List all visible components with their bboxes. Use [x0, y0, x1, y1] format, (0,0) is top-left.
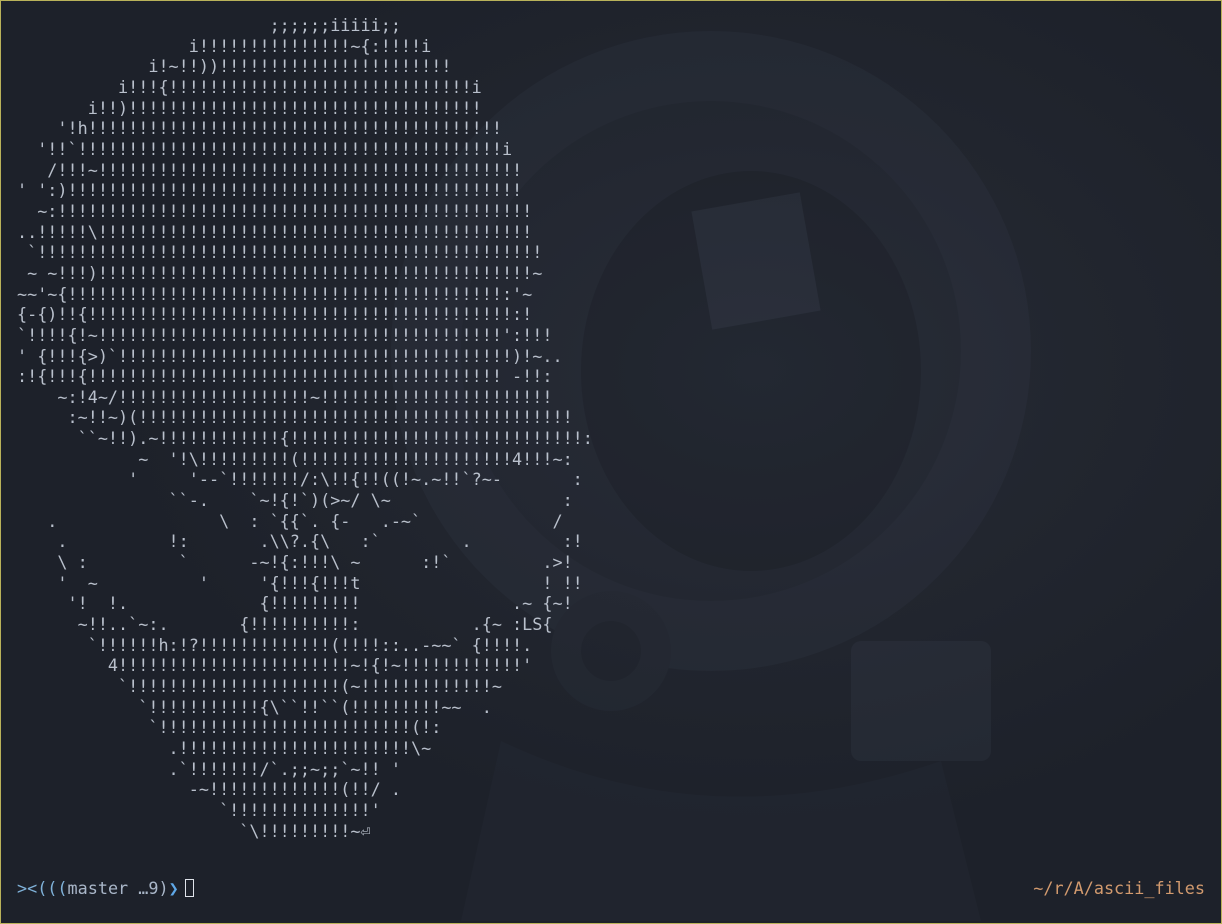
current-directory: ~/r/A/ascii_files	[1033, 878, 1205, 898]
prompt-arrow-icon: ❯	[168, 878, 179, 898]
text-cursor[interactable]	[184, 879, 194, 897]
ascii-art-output: ;;;;;;iiiii;; i!!!!!!!!!!!!!!!~{:!!!!i i…	[17, 15, 593, 841]
terminal-window[interactable]: ;;;;;;iiiii;; i!!!!!!!!!!!!!!!~{:!!!!i i…	[0, 0, 1222, 924]
git-branch-status: master …9)	[67, 878, 169, 898]
shell-prompt[interactable]: ><(((master …9) ❯	[17, 877, 194, 899]
prompt-fish: ><(((	[17, 878, 68, 898]
